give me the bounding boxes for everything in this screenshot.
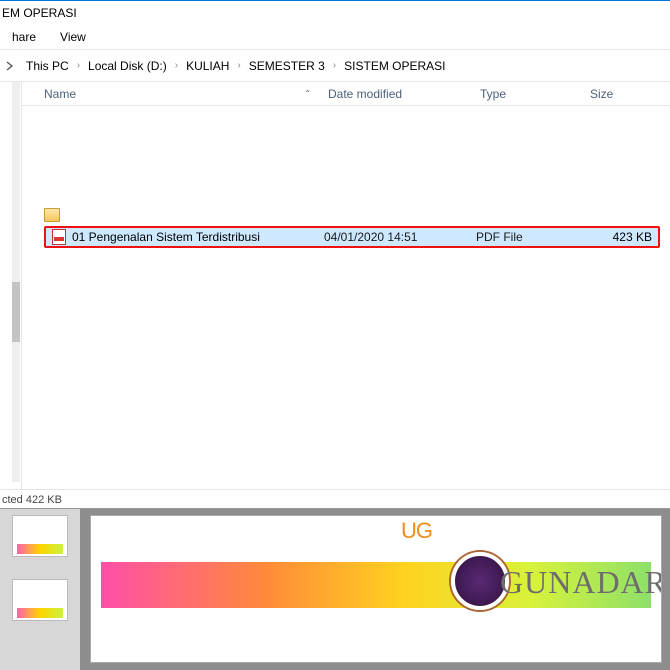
file-name: 01 Pengenalan Sistem Terdistribusi: [72, 230, 260, 244]
status-text: cted 422 KB: [2, 494, 62, 506]
crumb-this-pc[interactable]: This PC: [22, 57, 73, 75]
up-button[interactable]: [4, 56, 16, 76]
address-bar: This PC › Local Disk (D:) › KULIAH › SEM…: [0, 50, 670, 82]
crumb-sistem-operasi[interactable]: SISTEM OPERASI: [340, 57, 449, 75]
column-date[interactable]: Date modified: [320, 82, 472, 105]
navigation-pane[interactable]: [0, 82, 22, 489]
chevron-right-icon: ›: [173, 60, 180, 71]
pdf-icon: [52, 229, 66, 245]
crumb-local-disk[interactable]: Local Disk (D:): [84, 57, 171, 75]
slide-thumbnails[interactable]: ATY: [0, 509, 80, 670]
crumb-kuliah[interactable]: KULIAH: [182, 57, 233, 75]
column-size[interactable]: Size: [582, 82, 670, 105]
file-list[interactable]: 01 Pengenalan Sistem Terdistribusi 04/01…: [22, 106, 670, 248]
column-type[interactable]: Type: [472, 82, 582, 105]
chevron-right-icon: ›: [235, 60, 242, 71]
navpane-scrollbar[interactable]: [12, 82, 20, 482]
ribbon-tabs: hare View: [0, 24, 670, 50]
presentation-app: ATY UG GUNADAR: [0, 509, 670, 670]
slide-preview[interactable]: UG GUNADAR: [90, 515, 662, 663]
chevron-right-icon: ›: [331, 60, 338, 71]
breadcrumb: This PC › Local Disk (D:) › KULIAH › SEM…: [16, 57, 450, 75]
crumb-semester3[interactable]: SEMESTER 3: [245, 57, 329, 75]
titlebar[interactable]: EM OPERASI: [0, 0, 670, 24]
chevron-right-icon: [5, 61, 15, 71]
explorer-body: Name ⌃ Date modified Type Size 01 Pengen…: [0, 82, 670, 489]
folder-icon: [44, 208, 60, 222]
chevron-right-icon: ›: [75, 60, 82, 71]
column-headers: Name ⌃ Date modified Type Size: [22, 82, 670, 106]
slide-thumbnail[interactable]: [12, 515, 68, 557]
column-name-label: Name: [44, 87, 76, 101]
sort-indicator-icon: ⌃: [304, 89, 311, 98]
file-type: PDF File: [470, 230, 582, 244]
tab-view[interactable]: View: [48, 26, 98, 48]
file-date: 04/01/2020 14:51: [318, 230, 470, 244]
file-name-cell: 01 Pengenalan Sistem Terdistribusi: [46, 229, 318, 245]
scrollbar-thumb[interactable]: [12, 282, 20, 342]
slide-thumbnail[interactable]: ATY: [12, 579, 68, 621]
tab-share[interactable]: hare: [0, 26, 48, 48]
list-item[interactable]: [22, 206, 670, 224]
ug-logo-text: UG: [401, 518, 432, 544]
list-item-selected[interactable]: 01 Pengenalan Sistem Terdistribusi 04/01…: [44, 226, 660, 248]
file-list-pane: Name ⌃ Date modified Type Size 01 Pengen…: [22, 82, 670, 489]
brand-text: GUNADAR: [500, 564, 662, 601]
window-title: EM OPERASI: [0, 6, 77, 20]
column-name[interactable]: Name ⌃: [22, 82, 320, 105]
explorer-window: EM OPERASI hare View This PC › Local Dis…: [0, 0, 670, 509]
status-bar: cted 422 KB: [0, 489, 670, 509]
file-size: 423 KB: [582, 230, 658, 244]
